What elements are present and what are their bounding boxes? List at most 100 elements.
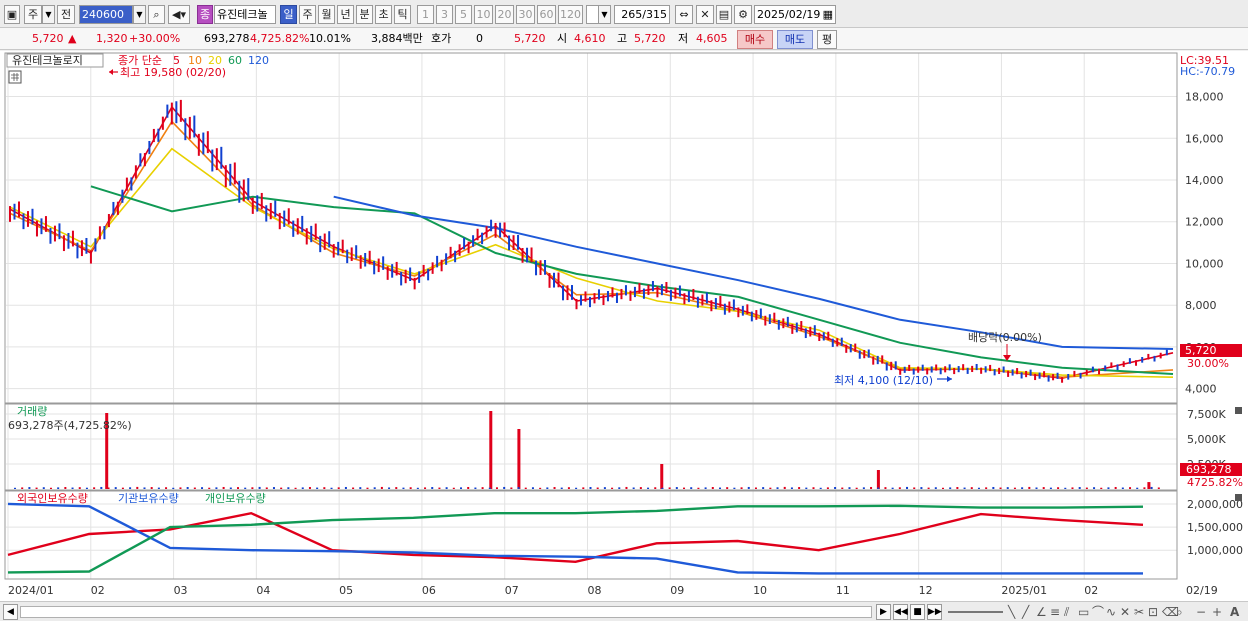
price-candle <box>256 195 259 212</box>
volume-bar-small <box>14 487 16 489</box>
zoom-icon[interactable]: ⌕ <box>1176 604 1183 620</box>
scroll-left-button[interactable]: ◀ <box>3 604 18 620</box>
price-candle <box>831 338 834 347</box>
draw-channel-icon[interactable]: ⫽ <box>1064 604 1069 620</box>
crosshair-icon[interactable]: ✕ <box>696 5 714 24</box>
volume-bar-small <box>172 487 175 489</box>
stock-code-input[interactable]: 240600 <box>79 5 133 24</box>
volume-panel-close-icon[interactable] <box>1235 407 1242 414</box>
price-candle <box>328 231 331 248</box>
chart-svg[interactable]: 18,00016,00014,00012,00010,0008,0006,000… <box>0 51 1248 601</box>
price-candle <box>476 228 479 241</box>
price-candle <box>400 271 403 286</box>
buy-button[interactable]: 매수 <box>737 30 773 49</box>
interval-30[interactable]: 30 <box>516 5 535 24</box>
font-size-icon[interactable]: A <box>1230 604 1239 620</box>
period-day[interactable]: 일 <box>280 5 297 24</box>
price-candle <box>206 131 209 154</box>
draw-box-icon[interactable]: ⊡ <box>1148 604 1158 620</box>
draw-arc-icon[interactable]: ⌒ <box>1092 604 1104 620</box>
price-candle <box>458 244 461 256</box>
interval-10[interactable]: 10 <box>474 5 493 24</box>
period-week[interactable]: 주 <box>299 5 316 24</box>
zoom-out-icon[interactable]: − <box>1196 604 1206 620</box>
interval-60[interactable]: 60 <box>537 5 556 24</box>
volume-bar-small <box>848 487 851 489</box>
holding-panel-close-icon[interactable] <box>1235 494 1242 501</box>
period-minute[interactable]: 분 <box>356 5 373 24</box>
save-icon[interactable]: ▤ <box>716 5 732 24</box>
draw-rect-icon[interactable]: ▭ <box>1078 604 1089 620</box>
code-dropdown-icon[interactable]: ▼ <box>133 5 146 24</box>
draw-line-icon[interactable]: ╲ <box>1008 604 1015 620</box>
volume-bar-small <box>308 487 311 489</box>
interval-1[interactable]: 1 <box>417 5 434 24</box>
volume-bar-small <box>35 487 38 489</box>
volume-bar-small <box>934 487 937 489</box>
rewind-button[interactable]: ◀◀ <box>893 604 908 620</box>
evaluate-button[interactable]: 평 <box>817 30 837 49</box>
hc-value: HC:-70.79 <box>1180 65 1235 78</box>
price-candle <box>921 364 924 371</box>
volume-bar <box>517 429 521 489</box>
interval-5[interactable]: 5 <box>455 5 472 24</box>
date-input[interactable]: 2025/02/19 ▦ <box>754 5 836 24</box>
draw-wave-icon[interactable]: ∿ <box>1106 604 1116 620</box>
x-axis-label: 04 <box>256 584 270 597</box>
interval-20[interactable]: 20 <box>495 5 514 24</box>
current-price: 5,720 <box>32 32 64 45</box>
price-candle <box>984 366 987 373</box>
sell-button[interactable]: 매도 <box>777 30 813 49</box>
draw-fibo-icon[interactable]: ≡ <box>1050 604 1060 620</box>
price-candle <box>62 235 65 252</box>
price-candle <box>508 235 511 251</box>
volume-bar-small <box>1157 487 1160 489</box>
price-candle <box>242 179 245 202</box>
draw-trend-icon[interactable]: ╱ <box>1022 604 1029 620</box>
volume-bar-small <box>762 487 765 489</box>
speaker-icon[interactable]: ◀▾ <box>168 5 190 24</box>
period-tick[interactable]: 틱 <box>394 5 411 24</box>
horizontal-scrollbar[interactable] <box>20 606 872 618</box>
interval-3[interactable]: 3 <box>436 5 453 24</box>
chart-area[interactable]: 18,00016,00014,00012,00010,0008,0006,000… <box>0 51 1248 601</box>
period-second[interactable]: 초 <box>375 5 392 24</box>
market-select[interactable]: 주 <box>24 5 42 24</box>
prev-button[interactable]: 전 <box>57 5 75 24</box>
calendar-icon[interactable]: ▦ <box>823 6 833 23</box>
period-month[interactable]: 월 <box>318 5 335 24</box>
x-axis-label: 07 <box>505 584 519 597</box>
volume-bar-small <box>150 487 153 489</box>
price-y-tick: 16,000 <box>1185 132 1224 145</box>
window-icon[interactable]: ▣ <box>4 5 20 24</box>
forward-button[interactable]: ▶▶ <box>927 604 942 620</box>
settings-icon[interactable]: ⚙ <box>734 5 752 24</box>
scroll-right-button[interactable]: ▶ <box>876 604 891 620</box>
price-candle <box>35 220 38 237</box>
table-toggle-icon[interactable] <box>8 70 22 84</box>
bar-count[interactable]: 265/315 <box>614 5 670 24</box>
price-candle <box>548 273 551 288</box>
price-y-tick: 18,000 <box>1185 91 1224 104</box>
price-y-tick: 12,000 <box>1185 216 1224 229</box>
draw-split-icon[interactable]: ✂ <box>1134 604 1144 620</box>
compress-icon[interactable]: ⇔ <box>675 5 693 24</box>
speed-slider[interactable] <box>948 611 1003 613</box>
period-year[interactable]: 년 <box>337 5 354 24</box>
price-candle <box>1038 372 1041 379</box>
interval-120[interactable]: 120 <box>558 5 583 24</box>
stock-name-field[interactable]: 유진테크놀 <box>214 5 276 24</box>
zoom-in-icon[interactable]: + <box>1212 604 1222 620</box>
volume-bar-small <box>388 487 391 489</box>
price-candle <box>1034 373 1037 381</box>
current-price-tag-text: 5,720 <box>1185 344 1217 357</box>
market-dropdown-icon[interactable]: ▼ <box>42 5 55 24</box>
draw-angle-icon[interactable]: ∠ <box>1036 604 1047 620</box>
search-icon[interactable]: ⌕ <box>148 5 165 24</box>
price-candle <box>337 241 340 256</box>
volume-bar-small <box>985 487 988 489</box>
interval-dropdown-icon[interactable]: ▼ <box>598 5 611 24</box>
draw-cross-icon[interactable]: ✕ <box>1120 604 1130 620</box>
price-candle <box>44 216 47 232</box>
stop-button[interactable]: ■ <box>910 604 925 620</box>
